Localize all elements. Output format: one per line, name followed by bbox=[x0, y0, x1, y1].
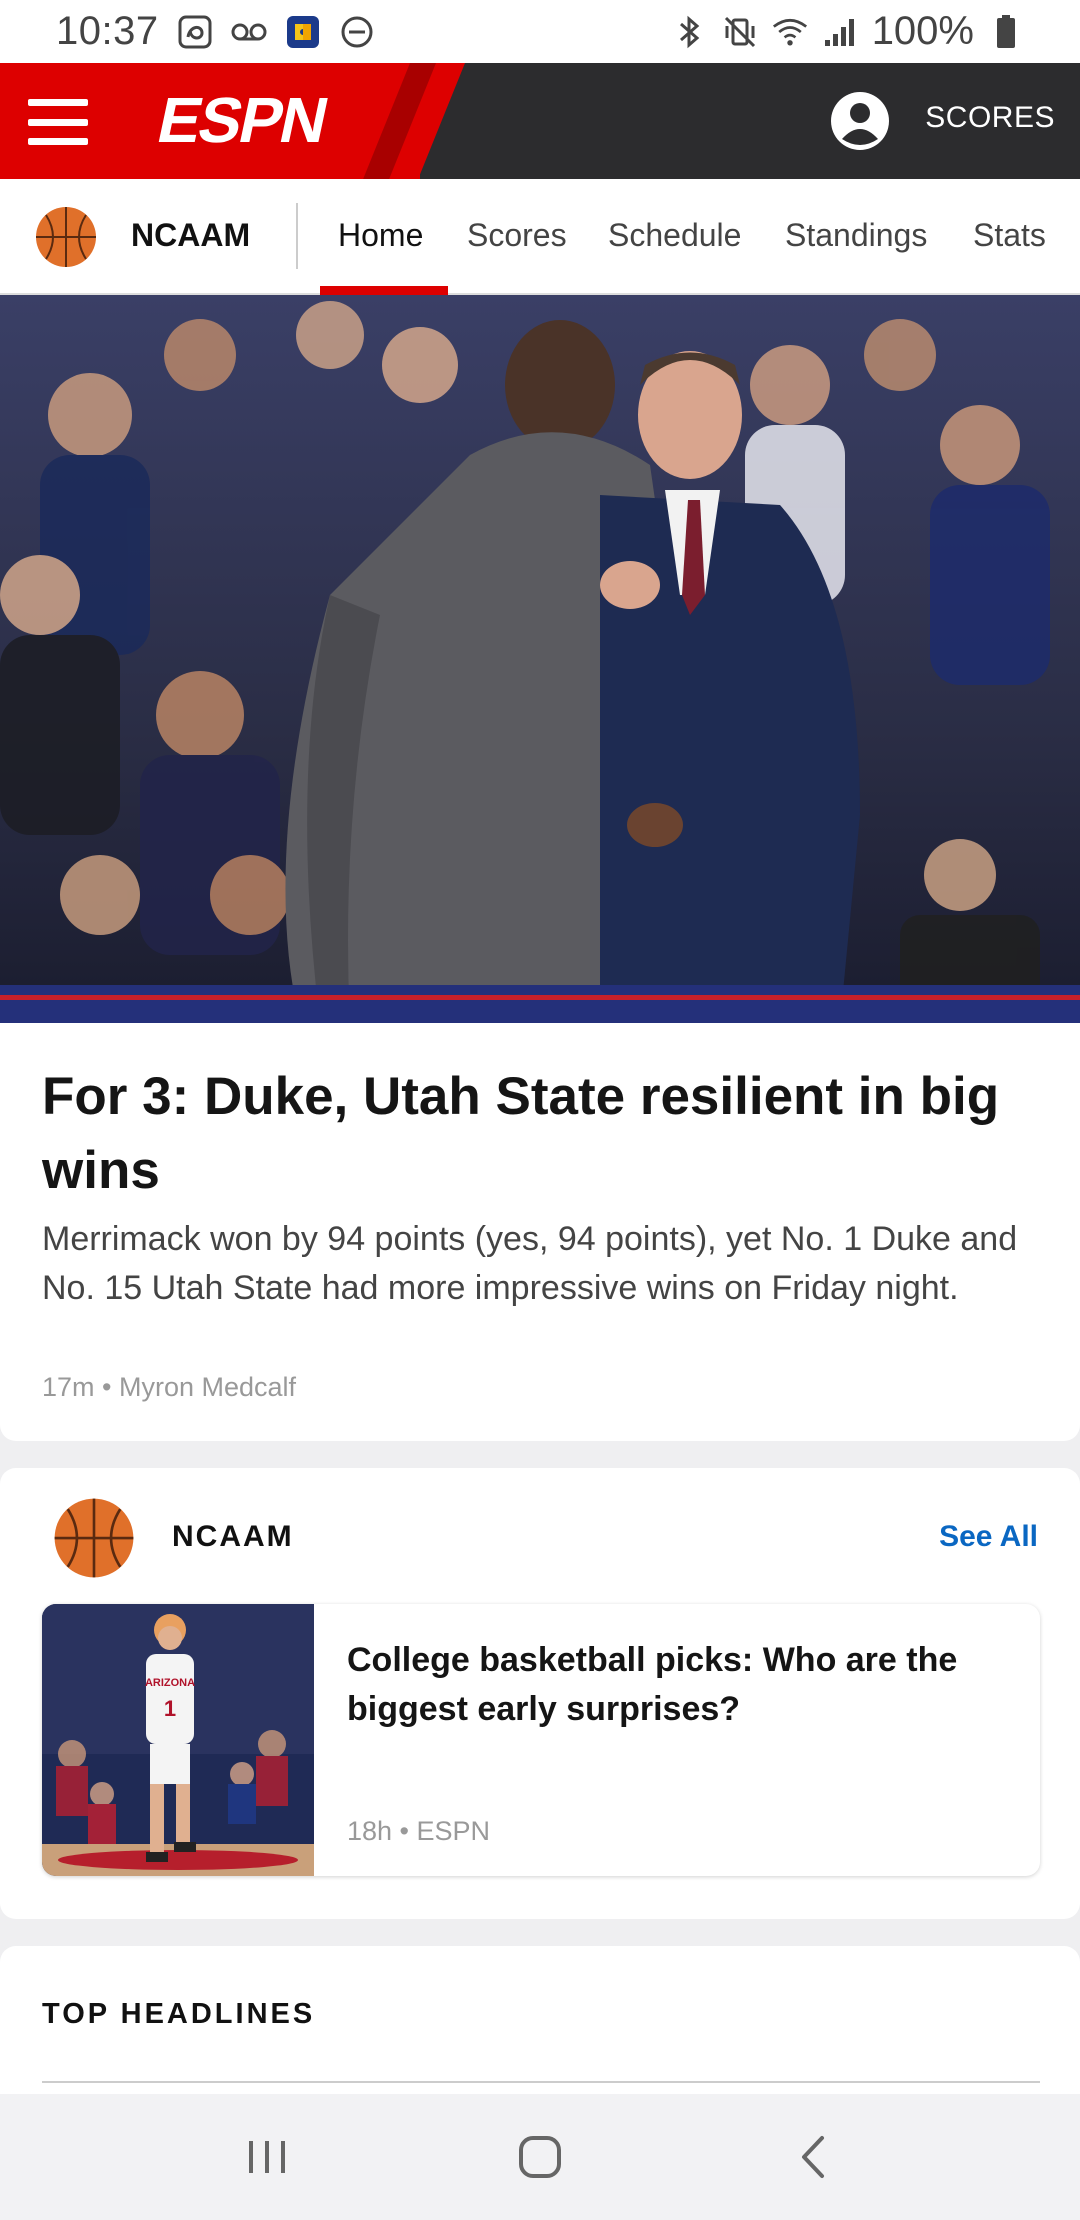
section-divider bbox=[42, 2081, 1040, 2083]
battery-percent: 100% bbox=[871, 9, 974, 53]
puzzle-app-icon bbox=[285, 14, 321, 50]
basketball-icon bbox=[54, 1498, 134, 1578]
system-nav-bar bbox=[0, 2094, 1080, 2220]
bluetooth-icon bbox=[672, 14, 708, 50]
espn-logo-text: ESPN bbox=[152, 88, 334, 150]
story-thumbnail[interactable]: ARIZONA 1 bbox=[42, 1604, 314, 1876]
back-icon[interactable] bbox=[783, 2127, 843, 2187]
league-subnav: NCAAM Home Scores Schedule Standings Sta… bbox=[0, 179, 1080, 295]
tab-home[interactable]: Home bbox=[338, 217, 423, 254]
vibrate-mute-icon bbox=[722, 14, 758, 50]
status-bar: 10:37 100% bbox=[0, 0, 1080, 63]
hero-headline[interactable]: For 3: Duke, Utah State resilient in big… bbox=[42, 1060, 1042, 1208]
subnav-divider bbox=[296, 203, 298, 269]
tab-stats[interactable]: Stats bbox=[973, 217, 1046, 254]
thumbnail-jersey-number: 1 bbox=[164, 1696, 176, 1721]
hero-summary: Merrimack won by 94 points (yes, 94 poin… bbox=[42, 1220, 1018, 1307]
tab-standings[interactable]: Standings bbox=[785, 217, 927, 254]
do-not-disturb-icon bbox=[339, 14, 375, 50]
league-name[interactable]: NCAAM bbox=[131, 217, 250, 254]
hero-meta: 17m • Myron Medcalf bbox=[42, 1372, 297, 1402]
app-header: ESPN SCORES bbox=[0, 63, 1080, 179]
account-icon[interactable] bbox=[830, 91, 890, 151]
active-tab-indicator bbox=[320, 286, 448, 295]
battery-icon bbox=[988, 14, 1024, 50]
espn-logo[interactable]: ESPN bbox=[148, 88, 363, 150]
hero-story-card[interactable]: For 3: Duke, Utah State resilient in big… bbox=[0, 295, 1080, 1441]
top-headlines-title: TOP HEADLINES bbox=[42, 1998, 316, 2030]
disney-icon bbox=[177, 14, 213, 50]
home-icon[interactable] bbox=[510, 2127, 570, 2187]
story-headline[interactable]: College basketball picks: Who are the bi… bbox=[347, 1636, 1017, 1734]
basketball-icon bbox=[36, 207, 96, 267]
signal-icon bbox=[822, 14, 858, 50]
recent-apps-icon[interactable] bbox=[237, 2127, 297, 2187]
league-section-card: NCAAM See All ARIZONA 1 College basketba… bbox=[0, 1468, 1080, 1919]
scores-link[interactable]: SCORES bbox=[925, 101, 1055, 135]
tab-schedule[interactable]: Schedule bbox=[608, 217, 741, 254]
wifi-icon bbox=[772, 14, 808, 50]
menu-icon[interactable] bbox=[28, 99, 88, 145]
hero-image[interactable] bbox=[0, 295, 1080, 1023]
see-all-link[interactable]: See All bbox=[939, 1520, 1038, 1554]
story-card[interactable]: ARIZONA 1 College basketball picks: Who … bbox=[42, 1604, 1040, 1876]
section-league-name: NCAAM bbox=[172, 1520, 294, 1553]
tab-scores[interactable]: Scores bbox=[467, 217, 567, 254]
thumbnail-jersey-text: ARIZONA bbox=[145, 1677, 195, 1689]
story-meta: 18h • ESPN bbox=[347, 1816, 491, 1846]
voicemail-icon bbox=[231, 14, 267, 50]
status-time: 10:37 bbox=[56, 9, 159, 53]
